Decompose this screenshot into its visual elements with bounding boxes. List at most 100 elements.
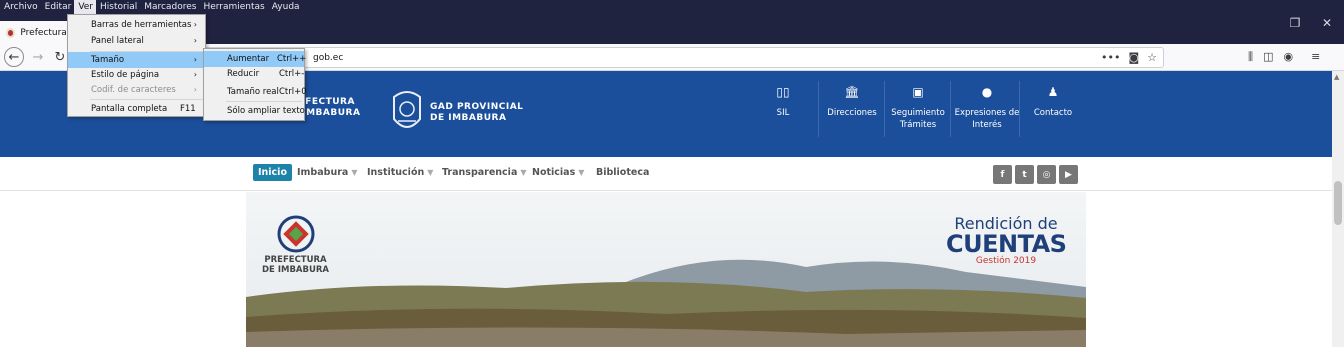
menu-separator xyxy=(226,101,302,102)
menu-historial[interactable]: Historial xyxy=(96,0,140,14)
header-nav-label: SIL xyxy=(776,108,790,118)
twitter-icon[interactable]: t xyxy=(1015,165,1034,184)
url-text: gob.ec xyxy=(313,53,344,63)
chevron-down-icon: ▼ xyxy=(520,168,527,177)
ver-menu-item-tamano[interactable]: Tamaño › xyxy=(68,52,205,68)
header-nav-label: Contacto xyxy=(1033,108,1073,118)
tamano-item-solo-texto[interactable]: Sólo ampliar texto xyxy=(204,103,305,119)
restore-window-icon[interactable]: ❐ xyxy=(1280,16,1310,30)
site-subnav: Inicio Imbabura ▼ Institución ▼ Transparen… xyxy=(0,157,1332,191)
browser-tab[interactable]: Prefectura d xyxy=(0,21,70,44)
ver-menu-item-pantalla[interactable]: Pantalla completa F11 xyxy=(68,101,205,117)
menu-item-label: Barras de herramientas xyxy=(91,20,192,30)
header-nav-sil[interactable]: ▯▯ SIL xyxy=(747,83,819,119)
menu-item-shortcut: Ctrl++ xyxy=(277,54,307,64)
menu-archivo[interactable]: Archivo xyxy=(0,0,41,14)
menu-item-label: Estilo de página xyxy=(91,70,160,80)
menu-item-label: Codif. de caracteres xyxy=(91,85,176,95)
forward-button[interactable]: → xyxy=(28,47,48,67)
brand2-text: GAD PROVINCIAL DE IMBABURA xyxy=(430,102,523,124)
subnav-imbabura[interactable]: Imbabura ▼ xyxy=(297,167,357,178)
subnav-label: Transparencia xyxy=(442,167,518,178)
menu-separator xyxy=(90,99,203,100)
header-nav-direcciones[interactable]: 🏛 Direcciones xyxy=(816,83,888,119)
account-icon[interactable]: ◉ xyxy=(1283,50,1293,64)
subnav-biblioteca[interactable]: Biblioteca xyxy=(596,167,649,178)
submenu-arrow-icon: › xyxy=(193,70,197,79)
subnav-inicio[interactable]: Inicio xyxy=(253,164,292,181)
bookmark-star-icon[interactable]: ☆ xyxy=(1147,51,1157,64)
menu-item-label: Panel lateral xyxy=(91,36,144,46)
menu-herramientas[interactable]: Herramientas xyxy=(199,0,267,14)
chevron-down-icon: ▼ xyxy=(578,168,585,177)
brand2-line2: DE IMBABURA xyxy=(430,113,507,123)
url-actions: ••• ◙ ☆ xyxy=(1101,51,1157,64)
ver-menu: Barras de herramientas › Panel lateral › T… xyxy=(67,14,206,117)
menu-item-shortcut: F11 xyxy=(180,104,196,114)
header-nav-seguimiento[interactable]: ▣ Seguimiento Trámites xyxy=(882,83,954,131)
subnav-label: Imbabura xyxy=(297,167,349,178)
submenu-arrow-icon: › xyxy=(193,85,197,94)
banner-logo-line1: PREFECTURA xyxy=(264,255,327,265)
submenu-arrow-icon: › xyxy=(193,36,197,45)
close-window-icon[interactable]: ✕ xyxy=(1312,16,1342,30)
submenu-arrow-icon: › xyxy=(193,20,197,29)
ver-menu-item-panel[interactable]: Panel lateral › xyxy=(68,33,205,49)
tamano-item-real[interactable]: Tamaño real Ctrl+0 xyxy=(204,84,307,100)
brand-gad[interactable]: GAD PROVINCIAL DE IMBABURA xyxy=(390,89,523,137)
menu-marcadores[interactable]: Marcadores xyxy=(140,0,199,14)
ver-menu-item-barras[interactable]: Barras de herramientas › xyxy=(68,17,205,33)
back-button[interactable]: ← xyxy=(4,47,24,67)
menu-item-shortcut: Ctrl+0 xyxy=(279,87,307,97)
menu-ver[interactable]: Ver xyxy=(74,0,97,14)
menu-item-label: Pantalla completa xyxy=(91,104,168,114)
menu-bar: Archivo Editar Ver Historial Marcadores … xyxy=(0,0,1344,14)
banner-logo-text: PREFECTURA DE IMBABURA xyxy=(262,255,329,275)
arrow-right-icon: → xyxy=(32,49,44,65)
library-icon[interactable]: ⫼ xyxy=(1248,50,1253,64)
subnav-transparencia[interactable]: Transparencia ▼ xyxy=(442,167,527,178)
sidebar-icon[interactable]: ◫ xyxy=(1263,50,1273,64)
header-nav-expresiones[interactable]: ● Expresiones de Interés xyxy=(951,83,1023,131)
facebook-icon[interactable]: f xyxy=(993,165,1012,184)
menu-item-label: Tamaño xyxy=(91,55,125,65)
youtube-icon[interactable]: ▶ xyxy=(1059,165,1078,184)
subnav-institucion[interactable]: Institución ▼ xyxy=(367,167,433,178)
instagram-icon[interactable]: ◎ xyxy=(1037,165,1056,184)
map-icon: ▯▯ xyxy=(776,85,790,99)
tab-title: Prefectura d xyxy=(20,27,70,38)
page-actions-icon[interactable]: ••• xyxy=(1101,51,1120,64)
hamburger-menu-icon[interactable]: ≡ xyxy=(1311,50,1320,64)
subnav-noticias[interactable]: Noticias ▼ xyxy=(532,167,584,178)
banner-logo-line2: DE IMBABURA xyxy=(262,265,330,275)
banner-title: Rendición de CUENTAS Gestión 2019 xyxy=(946,216,1067,267)
tamano-item-reducir[interactable]: Reducir Ctrl+- xyxy=(204,66,304,82)
toolbar-icons: ⫼ ◫ ◉ ≡ xyxy=(1248,50,1320,64)
gad-crest-icon xyxy=(393,91,421,128)
submenu-arrow-icon: › xyxy=(193,55,197,64)
menu-item-label: Aumentar xyxy=(227,54,270,64)
header-nav-contacto[interactable]: ♟ Contacto xyxy=(1017,83,1089,119)
header-nav-label: Seguimiento Trámites xyxy=(891,108,945,130)
arrow-left-icon: ← xyxy=(8,49,20,65)
rendicion-banner[interactable]: PREFECTURA DE IMBABURA Rendición de CUEN… xyxy=(246,192,1086,347)
chevron-down-icon: ▼ xyxy=(351,168,358,177)
scrollbar-thumb[interactable] xyxy=(1334,181,1342,225)
brand2-line1: GAD PROVINCIAL xyxy=(430,102,524,112)
scroll-up-icon[interactable]: ▲ xyxy=(1334,73,1339,81)
browser-window: { "menubar": { "items": [ {"label": "Arc… xyxy=(0,0,1344,347)
ver-menu-item-codif[interactable]: Codif. de caracteres › xyxy=(68,82,205,98)
subnav-label: Inicio xyxy=(258,167,287,178)
menu-item-label: Sólo ampliar texto xyxy=(227,106,305,116)
reload-icon: ↻ xyxy=(54,49,66,65)
menu-editar[interactable]: Editar xyxy=(41,0,75,14)
site-favicon-icon xyxy=(6,27,16,38)
page-scrollbar[interactable]: ▲ xyxy=(1332,71,1344,347)
subnav-label: Biblioteca xyxy=(596,167,650,178)
menu-ayuda[interactable]: Ayuda xyxy=(268,0,303,14)
ver-menu-item-estilo[interactable]: Estilo de página › xyxy=(68,67,205,83)
tamano-item-aumentar[interactable]: Aumentar Ctrl++ xyxy=(204,51,307,67)
menu-item-shortcut: Ctrl+- xyxy=(279,69,305,79)
comment-icon: ● xyxy=(981,85,993,99)
pocket-icon[interactable]: ◙ xyxy=(1128,51,1139,64)
